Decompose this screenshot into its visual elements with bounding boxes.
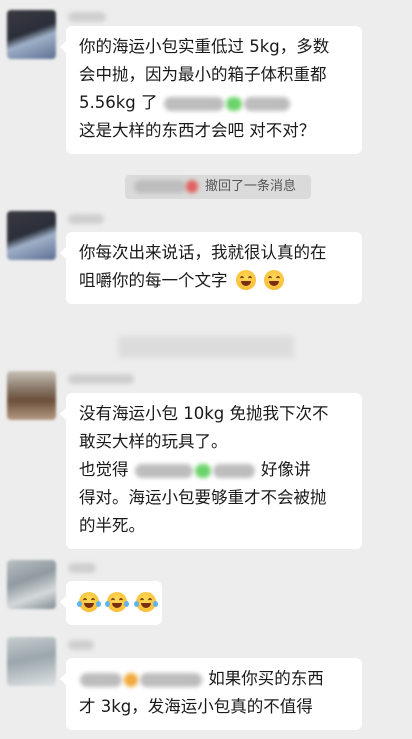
grinning-sweat-face-icon: [264, 270, 284, 290]
redacted-name: [134, 180, 186, 193]
redacted-name: [163, 96, 224, 111]
message-text: 的半死。: [79, 516, 145, 535]
recall-notice: 撤回了一条消息: [125, 175, 311, 199]
face-with-tears-of-joy-icon: [133, 592, 158, 612]
message-text: 你的海运小包实重低过 5kg，多数: [79, 37, 330, 56]
message-line: 5.56kg 了: [79, 89, 350, 117]
message-bubble[interactable]: 你每次出来说话，我就很认真的在 咀嚼你的每一个文字: [60, 232, 362, 304]
message-bubble[interactable]: [60, 581, 162, 625]
message-line: [77, 589, 158, 617]
message-text: 这是大样的东西才会吧 对不对？: [79, 121, 316, 140]
redacted-name: [212, 463, 255, 478]
sender-name: [68, 563, 96, 573]
redacted-name: [243, 96, 290, 111]
avatar[interactable]: [7, 371, 56, 420]
message-bubble[interactable]: 你的海运小包实重低过 5kg，多数 会中抛，因为最小的箱子体积重都 5.56kg…: [60, 26, 362, 154]
redacted-emoji: [124, 672, 138, 687]
message-text: 好像讲: [261, 460, 311, 479]
redacted-emoji: [194, 463, 211, 478]
message-text: 才 3kg，发海运小包真的不值得: [79, 697, 313, 716]
sender-name: [68, 374, 134, 384]
message-bubble[interactable]: 如果你买的东西 才 3kg，发海运小包真的不值得: [60, 658, 362, 730]
message-text: 得对。海运小包要够重才不会被抛: [79, 488, 327, 507]
timestamp: [118, 336, 294, 358]
message-text: 敢买大样的玩具了。: [79, 432, 228, 451]
message-text: 如果你买的东西: [208, 669, 324, 688]
message-line: 如果你买的东西: [79, 665, 350, 693]
message-text: 会中抛，因为最小的箱子体积重都: [79, 65, 327, 84]
redacted-name: [140, 672, 202, 687]
message-bubble[interactable]: 没有海运小包 10kg 免抛我下次不 敢买大样的玩具了。 也觉得 好像讲 得对。…: [60, 393, 362, 549]
grinning-sweat-face-icon: [235, 270, 256, 290]
redacted-emoji: [186, 180, 198, 193]
avatar[interactable]: [7, 211, 56, 260]
message-line: 咀嚼你的每一个文字: [79, 267, 350, 295]
sender-name: [68, 640, 94, 650]
face-with-tears-of-joy-icon: [77, 592, 101, 612]
face-with-tears-of-joy-icon: [105, 592, 130, 612]
avatar[interactable]: [7, 560, 56, 609]
redacted-name: [80, 672, 122, 687]
message-line: 也觉得 好像讲: [79, 456, 350, 484]
redacted-emoji: [225, 96, 242, 111]
sender-name: [68, 12, 106, 22]
avatar[interactable]: [7, 10, 56, 59]
avatar[interactable]: [7, 637, 56, 686]
message-text: 咀嚼你的每一个文字: [79, 271, 228, 290]
message-text: 你每次出来说话，我就很认真的在: [79, 243, 327, 262]
message-text: 也觉得: [79, 460, 129, 479]
recall-notice-text: 撤回了一条消息: [205, 179, 297, 194]
sender-name: [68, 214, 104, 224]
redacted-name: [134, 463, 193, 478]
message-text: 5.56kg 了: [79, 93, 158, 112]
message-text: 没有海运小包 10kg 免抛我下次不: [79, 404, 329, 423]
